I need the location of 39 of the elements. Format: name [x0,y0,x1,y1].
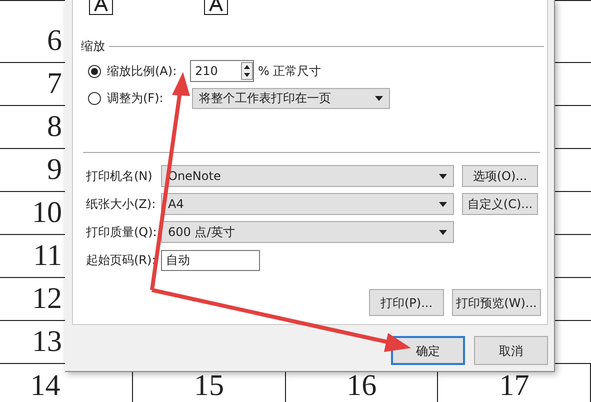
dropdown-caret-icon [375,96,383,100]
cell-number: 17 [499,370,530,400]
dropdown-caret-icon [439,202,447,206]
options-button[interactable]: 选项(O)... [462,165,538,187]
field-label: 打印机名(N) [86,168,154,185]
start-page-field[interactable]: 自动 [161,250,260,270]
row-number: 10 [32,198,62,228]
row-number: 7 [47,69,62,99]
row-number: 8 [47,112,62,142]
radio-label: 缩放比例(A): [107,63,178,80]
cell-number: 15 [194,370,224,400]
print-button[interactable]: 打印(P)... [369,289,444,316]
dialog-button[interactable]: 取消 [474,336,548,365]
radio-button[interactable] [88,64,101,78]
dropdown-caret-icon [439,174,447,178]
dialog-button[interactable]: 确定 [391,336,465,365]
options-button[interactable]: 自定义(C)... [462,193,538,215]
scale-spin-field[interactable]: 210 [190,60,254,82]
fit-to-dropdown[interactable]: 将整个工作表打印在一页 [192,88,390,108]
cell-number: 16 [346,370,377,400]
scale-unit-label: % 正常尺寸 [258,63,322,80]
print-button[interactable]: 打印预览(W)... [452,289,541,316]
field-label: 打印质量(Q): [86,224,158,241]
spin-arrows-icon [241,62,253,80]
dropdown-caret-icon [439,230,447,234]
field-label: 起始页码(R): [86,252,157,269]
row-number: 12 [32,284,62,314]
radio-button[interactable] [88,92,101,104]
field-label: 纸张大小(Z): [86,196,157,213]
dropdown-field[interactable]: OneNote [161,165,454,187]
cell-number: 14 [30,370,60,400]
row-number: 6 [47,26,62,56]
row-number: 13 [32,327,62,357]
row-number: 9 [47,155,62,185]
row-number: 11 [33,241,62,271]
dropdown-field[interactable]: A4 [161,193,454,215]
section-title: 缩放 [81,38,105,55]
dropdown-field[interactable]: 600 点/英寸 [161,221,454,243]
radio-label: 调整为(F): [107,90,164,107]
